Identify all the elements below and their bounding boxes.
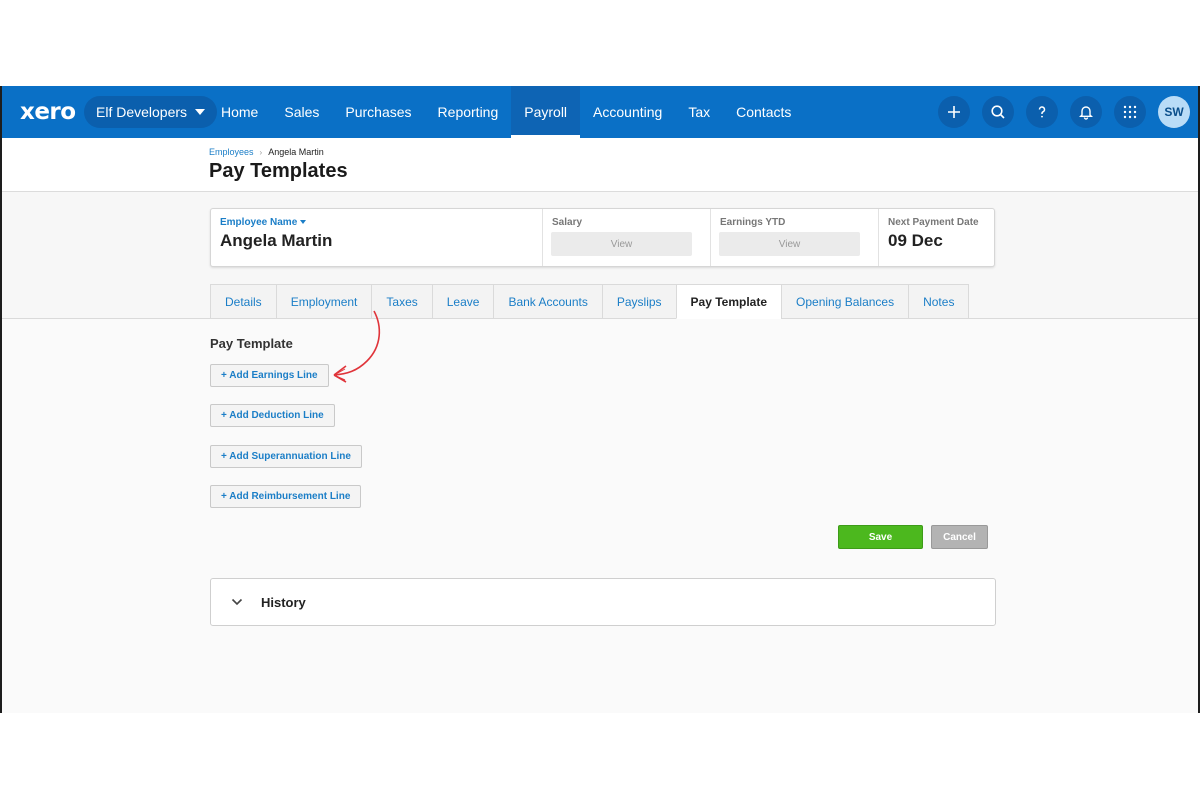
tab-bank-accounts[interactable]: Bank Accounts [493,284,602,319]
history-panel[interactable]: History [210,578,996,626]
employee-summary-card: Employee Name Angela Martin Salary View … [210,208,995,267]
add-reimbursement-line-button[interactable]: + Add Reimbursement Line [210,485,362,508]
tab-leave[interactable]: Leave [431,284,494,319]
nav-payroll[interactable]: Payroll [511,86,581,138]
next-payment-date: 09 Dec [888,231,943,250]
save-button[interactable]: Save [838,525,923,549]
employee-name: Angela Martin [220,231,333,250]
breadcrumb-separator-icon: › [259,147,263,157]
add-earnings-line-button[interactable]: + Add Earnings Line [210,364,329,387]
page-header: Employees › Angela Martin Pay Templates [2,138,1198,192]
red-annotation-arrow-icon [333,310,381,383]
employee-name-cell: Employee Name Angela Martin [211,209,543,266]
tab-pay-template[interactable]: Pay Template [675,284,782,319]
tab-opening-balances[interactable]: Opening Balances [781,284,909,319]
salary-cell: Salary View [543,209,711,266]
caret-down-icon [195,109,206,115]
employee-name-dropdown[interactable]: Employee Name [220,217,533,228]
search-icon[interactable] [982,96,1014,128]
xero-logo[interactable]: xero [20,99,76,125]
add-deduction-line-button[interactable]: + Add Deduction Line [210,404,335,427]
top-navigation-bar: xero Elf Developers Home Sales Purchases… [2,86,1198,138]
employee-name-label: Employee Name [220,217,298,228]
plus-icon[interactable] [938,96,970,128]
caret-down-icon [300,220,307,225]
breadcrumb-employees-link[interactable]: Employees [209,147,254,157]
organisation-switcher[interactable]: Elf Developers [84,96,218,128]
next-payment-label: Next Payment Date [888,217,979,228]
nav-contacts[interactable]: Contacts [723,86,804,138]
salary-label: Salary [552,217,583,228]
nav-accounting[interactable]: Accounting [580,86,675,138]
apps-grid-icon[interactable] [1114,96,1146,128]
nav-tax[interactable]: Tax [675,86,723,138]
nav-home[interactable]: Home [208,86,271,138]
organisation-name: Elf Developers [96,104,188,120]
nav-sales[interactable]: Sales [271,86,332,138]
tab-payslips[interactable]: Payslips [601,284,676,319]
main-menu: Home Sales Purchases Reporting Payroll A… [208,86,804,138]
breadcrumb-current: Angela Martin [268,147,324,157]
tab-notes[interactable]: Notes [908,284,970,319]
help-icon[interactable] [1026,96,1058,128]
content-area [2,319,1198,713]
chevron-down-icon [231,598,243,606]
nav-reporting[interactable]: Reporting [425,86,512,138]
history-title: History [261,594,306,610]
bell-icon[interactable] [1070,96,1102,128]
earnings-ytd-label: Earnings YTD [720,217,786,228]
breadcrumb: Employees › Angela Martin [209,147,324,157]
earnings-ytd-view-button[interactable]: View [719,232,860,256]
earnings-ytd-cell: Earnings YTD View [711,209,879,266]
pay-template-heading: Pay Template [210,336,293,351]
nav-icon-group: SW [938,96,1190,128]
add-superannuation-line-button[interactable]: + Add Superannuation Line [210,445,362,468]
tab-details[interactable]: Details [210,284,276,319]
page-title: Pay Templates [209,160,348,182]
nav-purchases[interactable]: Purchases [332,86,424,138]
next-payment-cell: Next Payment Date 09 Dec [879,209,994,266]
salary-view-button[interactable]: View [551,232,692,256]
xero-app-window: xero Elf Developers Home Sales Purchases… [0,86,1200,713]
cancel-button[interactable]: Cancel [931,525,988,549]
user-avatar[interactable]: SW [1158,96,1190,128]
